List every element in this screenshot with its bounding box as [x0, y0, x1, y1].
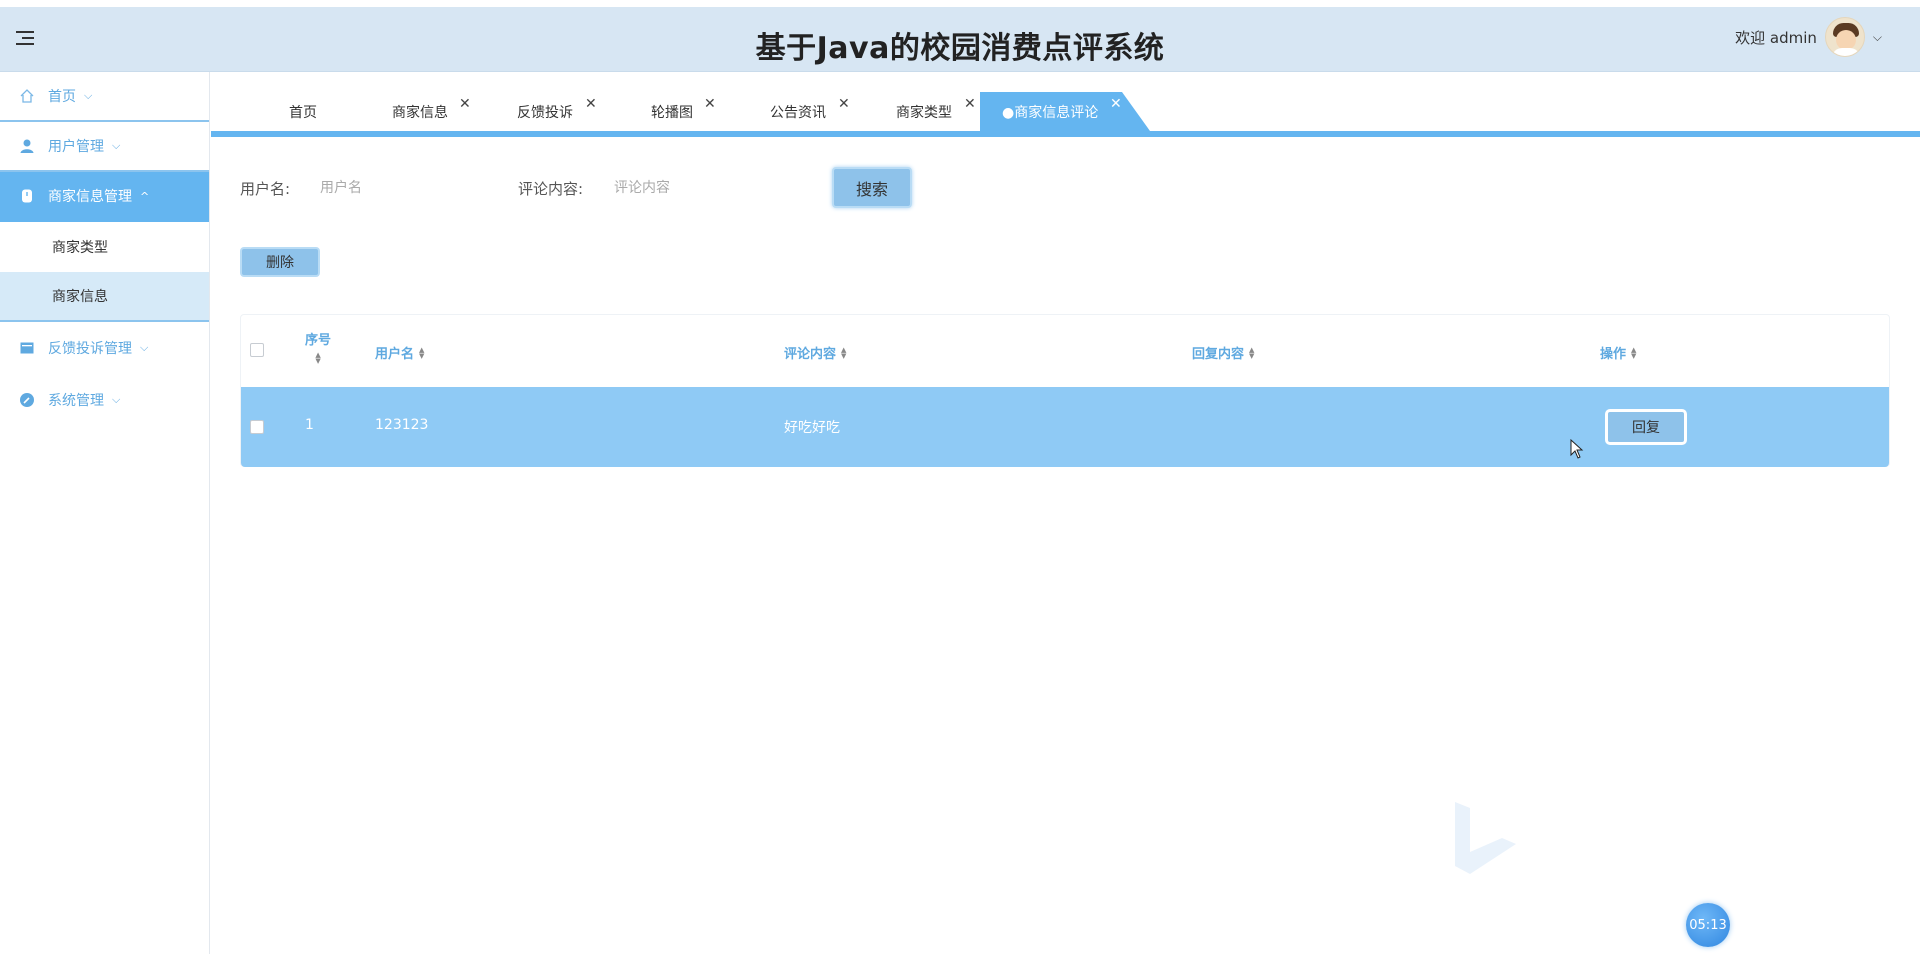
cell-username: 123123 — [375, 417, 429, 433]
sort-icon: ▲ ▼ — [841, 345, 847, 360]
sidebar-item-label: 商家信息管理 — [48, 189, 132, 205]
row-checkbox[interactable] — [250, 420, 264, 434]
tab-underline — [211, 131, 1920, 137]
comment-label: 评论内容: — [518, 180, 584, 198]
close-icon[interactable]: ✕ — [1110, 96, 1122, 112]
sidebar-item-users[interactable]: 用户管理 ⌵ — [0, 122, 209, 172]
tab-label: 首页 — [289, 104, 317, 121]
settings-icon — [18, 391, 36, 409]
column-label: 序号 — [305, 333, 332, 348]
user-icon — [18, 137, 36, 155]
chevron-down-icon: ⌵ — [140, 341, 149, 354]
sidebar-item-system[interactable]: 系统管理 ⌵ — [0, 374, 209, 426]
column-header-reply[interactable]: 回复内容 ▲ ▼ — [1192, 343, 1254, 362]
column-header-username[interactable]: 用户名 ▲ ▼ — [375, 343, 424, 362]
avatar[interactable] — [1824, 17, 1865, 57]
sidebar-item-merchant-management[interactable]: 商家信息管理 ^ — [0, 172, 209, 222]
column-header-comment[interactable]: 评论内容 ▲ ▼ — [784, 343, 846, 362]
sidebar-item-label: 反馈投诉管理 — [48, 341, 132, 357]
sort-icon: ▲ ▼ — [1249, 345, 1255, 360]
username-label: 用户名: — [240, 180, 291, 198]
tab-label: 公告资讯 — [770, 104, 826, 121]
table-header: 序号 ▲ ▼ 用户名 ▲ ▼ 评论内容 ▲ ▼ 回复内容 ▲ ▼ 操作 ▲ ▼ — [241, 315, 1889, 387]
sidebar-subitem-merchant-info[interactable]: 商家信息 — [0, 272, 209, 322]
column-label: 评论内容 — [784, 347, 837, 362]
app-header: 基于Java的校园消费点评系统 欢迎 admin ⌵ — [0, 7, 1920, 72]
comment-input[interactable] — [614, 171, 814, 205]
close-icon[interactable]: ✕ — [585, 96, 597, 112]
sidebar: 首页 ⌵ 用户管理 ⌵ 商家信息管理 ^ 商家类型 商家信息 反馈投诉管理 ⌵ … — [0, 72, 210, 954]
column-header-index[interactable]: 序号 ▲ ▼ — [305, 329, 332, 365]
tab-label: 商家信息 — [392, 104, 448, 121]
sort-icon: ▲ ▼ — [315, 351, 321, 365]
chevron-down-icon: ⌵ — [112, 393, 121, 406]
column-label: 操作 — [1600, 347, 1627, 362]
column-header-action[interactable]: 操作 ▲ ▼ — [1600, 343, 1636, 362]
tab-merchant-info[interactable]: 商家信息 ✕ — [392, 92, 471, 131]
watermark-logo-icon — [1452, 800, 1522, 880]
tab-carousel[interactable]: 轮播图 ✕ — [651, 92, 716, 131]
sidebar-item-label: 首页 — [48, 89, 76, 105]
tab-home[interactable]: 首页 — [289, 92, 317, 131]
close-icon[interactable]: ✕ — [964, 96, 976, 112]
tab-label: 商家类型 — [896, 104, 952, 121]
table-row[interactable]: 1 123123 好吃好吃 回复 — [241, 387, 1889, 467]
sidebar-subitem-label: 商家信息 — [52, 289, 108, 305]
tab-label: 反馈投诉 — [517, 104, 573, 121]
column-label: 回复内容 — [1192, 347, 1245, 362]
sidebar-item-label: 系统管理 — [48, 393, 104, 409]
column-label: 用户名 — [375, 347, 415, 362]
tab-label: 轮播图 — [651, 104, 693, 121]
delete-button[interactable]: 删除 — [240, 247, 320, 277]
reply-button[interactable]: 回复 — [1605, 409, 1687, 445]
comments-table: 序号 ▲ ▼ 用户名 ▲ ▼ 评论内容 ▲ ▼ 回复内容 ▲ ▼ 操作 ▲ ▼ 1 123… — [240, 314, 1890, 467]
chevron-down-icon: ⌵ — [112, 139, 121, 152]
window-top-strip — [0, 0, 1920, 7]
menu-toggle-icon[interactable] — [16, 29, 38, 49]
user-menu[interactable]: 欢迎 admin ⌵ — [1735, 17, 1882, 57]
page-title: 基于Java的校园消费点评系统 — [755, 31, 1165, 66]
store-icon — [18, 187, 36, 205]
tab-label: ●商家信息评论 — [1002, 104, 1099, 121]
tab-announcements[interactable]: 公告资讯 ✕ — [770, 92, 850, 131]
tab-merchant-comments[interactable]: ●商家信息评论 ✕ — [980, 92, 1150, 131]
chevron-down-icon: ⌵ — [84, 89, 93, 102]
chevron-up-icon: ^ — [140, 189, 150, 203]
sidebar-item-feedback[interactable]: 反馈投诉管理 ⌵ — [0, 322, 209, 374]
cell-index: 1 — [305, 417, 314, 433]
tab-merchant-type[interactable]: 商家类型 ✕ — [896, 92, 976, 131]
sidebar-item-label: 用户管理 — [48, 139, 104, 155]
chevron-down-icon[interactable]: ⌵ — [1873, 30, 1882, 45]
cell-comment: 好吃好吃 — [784, 420, 840, 436]
mouse-cursor-icon — [1570, 438, 1584, 463]
sidebar-subitem-label: 商家类型 — [52, 240, 108, 256]
close-icon[interactable]: ✕ — [459, 96, 471, 112]
close-icon[interactable]: ✕ — [838, 96, 850, 112]
sort-icon: ▲ ▼ — [1631, 345, 1637, 360]
tab-feedback[interactable]: 反馈投诉 ✕ — [517, 92, 597, 131]
username-input[interactable] — [320, 171, 500, 205]
sort-icon: ▲ ▼ — [419, 345, 425, 360]
feedback-icon — [18, 339, 36, 357]
select-all-checkbox[interactable] — [250, 343, 264, 357]
clock-badge: 05:13 — [1686, 903, 1730, 947]
sidebar-item-home[interactable]: 首页 ⌵ — [0, 72, 209, 122]
close-icon[interactable]: ✕ — [704, 96, 716, 112]
search-button[interactable]: 搜索 — [832, 167, 912, 208]
sidebar-subitem-merchant-type[interactable]: 商家类型 — [0, 222, 209, 272]
home-icon — [18, 87, 36, 105]
welcome-text: 欢迎 admin — [1735, 28, 1817, 47]
